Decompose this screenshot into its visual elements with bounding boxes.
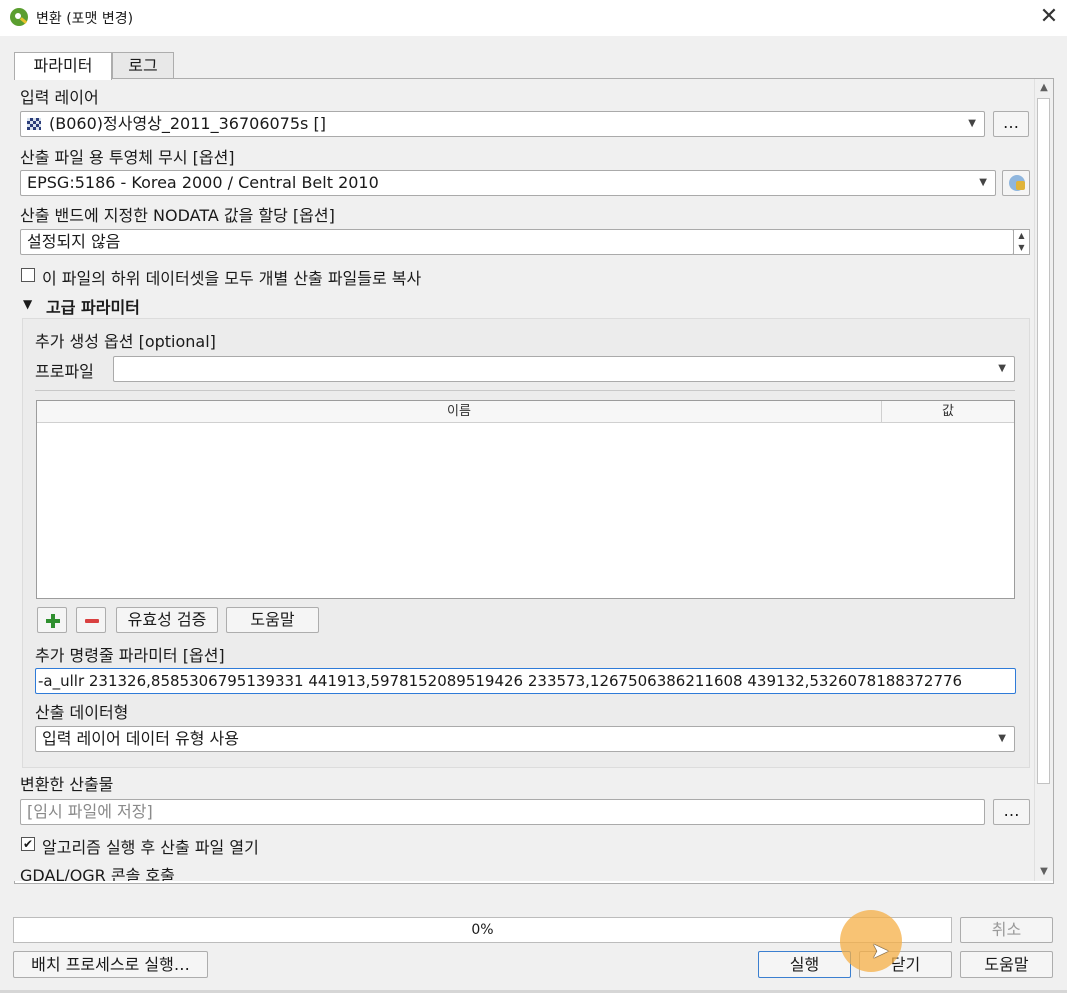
qgis-logo-icon — [10, 8, 28, 26]
extra-cmd-label: 추가 명령줄 파라미터 [옵션] — [35, 646, 225, 665]
nodata-spin-arrows[interactable]: ▲ ▼ — [1013, 229, 1030, 255]
open-after-label: 알고리즘 실행 후 산출 파일 열기 — [42, 838, 259, 857]
input-layer-label: 입력 레이어 — [20, 88, 99, 107]
nodata-label: 산출 밴드에 지정한 NODATA 값을 할당 [옵션] — [20, 206, 335, 225]
mouse-pointer-icon: ➤ — [871, 939, 890, 964]
remove-row-button[interactable] — [76, 607, 106, 633]
output-browse-button[interactable]: … — [993, 799, 1030, 825]
extra-cmd-input[interactable]: -a_ullr 231326,8585306795139331 441913,5… — [35, 668, 1016, 694]
divider — [35, 390, 1015, 391]
target-crs-label: 산출 파일 용 투영체 무시 [옵션] — [20, 148, 235, 167]
output-file-input[interactable]: [임시 파일에 저장] — [20, 799, 985, 825]
scroll-up-icon[interactable]: ▲ — [1036, 80, 1052, 96]
column-header-name[interactable]: 이름 — [37, 401, 882, 423]
profile-combo[interactable]: ▼ — [113, 356, 1015, 382]
output-datatype-value: 입력 레이어 데이터 유형 사용 — [42, 729, 239, 748]
raster-layer-icon — [27, 118, 41, 130]
gdal-console-label: GDAL/OGR 콘솔 호출 — [20, 866, 175, 881]
table-help-button[interactable]: 도움말 — [226, 607, 319, 633]
creation-options-table[interactable]: 이름 값 — [36, 400, 1015, 599]
target-crs-value: EPSG:5186 - Korea 2000 / Central Belt 20… — [27, 173, 379, 192]
copy-subdatasets-label: 이 파일의 하위 데이터셋을 모두 개별 산출 파일들로 복사 — [42, 269, 422, 288]
nodata-spinbox[interactable]: 설정되지 않음 — [20, 229, 1014, 255]
input-layer-combo[interactable]: (B060)정사영상_2011_36706075s [] ▼ — [20, 111, 985, 137]
extra-creation-options-label: 추가 생성 옵션 [optional] — [35, 332, 216, 351]
title-bar: 변환 (포맷 변경) ✕ — [0, 0, 1067, 36]
help-button[interactable]: 도움말 — [960, 951, 1053, 978]
chevron-down-icon: ▼ — [968, 118, 976, 129]
tab-parameters[interactable]: 파라미터 — [14, 52, 112, 80]
window-title: 변환 (포맷 변경) — [36, 11, 134, 27]
output-datatype-combo[interactable]: 입력 레이어 데이터 유형 사용 ▼ — [35, 726, 1015, 752]
output-datatype-label: 산출 데이터형 — [35, 703, 129, 722]
chevron-down-icon: ▼ — [998, 733, 1006, 744]
input-layer-value: (B060)정사영상_2011_36706075s [] — [49, 114, 326, 133]
run-button[interactable]: 실행 — [758, 951, 851, 978]
output-label: 변환한 산출물 — [20, 775, 114, 794]
crs-selector-button[interactable] — [1002, 170, 1030, 196]
scrollbar-thumb[interactable] — [1037, 98, 1050, 784]
collapse-triangle-icon[interactable]: ▼ — [23, 297, 32, 311]
target-crs-combo[interactable]: EPSG:5186 - Korea 2000 / Central Belt 20… — [20, 170, 996, 196]
column-header-value[interactable]: 값 — [882, 401, 1014, 423]
advanced-parameters-header[interactable]: 고급 파라미터 — [46, 294, 140, 318]
progress-bar: 0% — [13, 917, 952, 943]
close-icon[interactable]: ✕ — [1038, 4, 1060, 30]
chevron-down-icon: ▼ — [998, 363, 1006, 374]
nodata-value: 설정되지 않음 — [27, 232, 121, 251]
input-layer-browse-button[interactable]: … — [993, 111, 1029, 137]
tab-log[interactable]: 로그 — [112, 52, 174, 78]
globe-icon — [1009, 175, 1025, 191]
validate-button[interactable]: 유효성 검증 — [116, 607, 218, 633]
minus-icon — [85, 619, 99, 623]
profile-label: 프로파일 — [35, 362, 94, 381]
batch-process-button[interactable]: 배치 프로세스로 실행… — [13, 951, 208, 978]
add-row-button[interactable] — [37, 607, 67, 633]
open-after-checkbox[interactable]: ✔ — [21, 837, 35, 851]
cancel-button[interactable]: 취소 — [960, 917, 1053, 943]
copy-subdatasets-checkbox[interactable] — [21, 268, 35, 282]
chevron-down-icon: ▼ — [979, 177, 987, 188]
scroll-down-icon[interactable]: ▼ — [1036, 864, 1052, 880]
